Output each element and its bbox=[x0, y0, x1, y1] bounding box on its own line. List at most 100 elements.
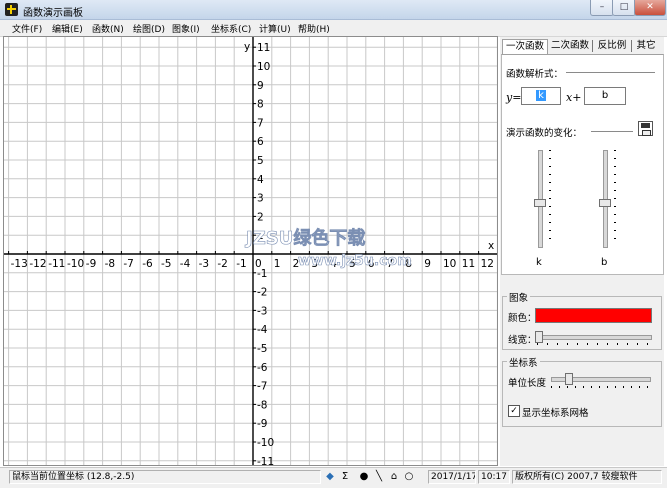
graph-canvas[interactable]: -13 -12 -11 -10 -9 -8 -7 -6 -5 -4 -3 -2 -1 0 1 2 3 4 5 6 7 8 9… bbox=[4, 37, 498, 466]
b-input[interactable]: b bbox=[584, 87, 626, 105]
tab-separator bbox=[592, 40, 593, 52]
y-tick-label: -9 bbox=[257, 418, 267, 430]
y-tick-label: -8 bbox=[257, 399, 267, 411]
tab-other[interactable]: 其它 bbox=[633, 39, 659, 53]
x-tick-label: -3 bbox=[199, 258, 209, 270]
y-tick-label: -2 bbox=[257, 287, 267, 299]
close-button[interactable]: ✕ bbox=[634, 0, 666, 16]
y-tick-label: -4 bbox=[257, 324, 268, 336]
axes bbox=[4, 37, 498, 466]
y-equals-label: y= bbox=[506, 91, 522, 104]
unit-length-thumb[interactable] bbox=[565, 373, 573, 385]
b-slider-label: b bbox=[601, 257, 608, 268]
watermark-logo: JZSU绿色下载 bbox=[244, 227, 365, 249]
save-icon[interactable] bbox=[638, 121, 653, 136]
unit-length-ticks bbox=[551, 386, 649, 388]
title-bar bbox=[0, 0, 667, 20]
k-input-value: k bbox=[536, 90, 546, 101]
app-icon[interactable] bbox=[5, 3, 18, 16]
x-tick-label: 1 bbox=[274, 258, 281, 270]
line-width-thumb[interactable] bbox=[535, 331, 543, 343]
menu-coordinate[interactable]: 坐标系(C) bbox=[211, 22, 251, 35]
b-slider-thumb[interactable] bbox=[599, 199, 611, 207]
menu-edit[interactable]: 编辑(E) bbox=[52, 22, 83, 35]
y-tick-label: 11 bbox=[257, 42, 270, 54]
menu-image[interactable]: 图象(I) bbox=[172, 22, 200, 35]
line-tool-icon[interactable]: ╲ bbox=[373, 471, 385, 483]
menu-draw[interactable]: 绘图(D) bbox=[133, 22, 165, 35]
y-tick-label: 9 bbox=[257, 80, 264, 92]
time-status: 10:17 bbox=[478, 470, 510, 484]
y-tick-label: -10 bbox=[257, 437, 274, 449]
x-tick-label: -9 bbox=[86, 258, 96, 270]
divider bbox=[566, 72, 655, 73]
show-grid-checkbox[interactable]: ✓ bbox=[508, 405, 520, 417]
b-slider-ticks bbox=[614, 150, 616, 246]
y-tick-label: 8 bbox=[257, 99, 264, 111]
show-grid-label: 显示坐标系网格 bbox=[522, 408, 589, 419]
menu-calculate[interactable]: 计算(U) bbox=[259, 22, 291, 35]
sigma-icon[interactable]: Σ bbox=[339, 471, 351, 483]
copyright-status: 版权所有(C) 2007,7 较瘦软件 bbox=[512, 470, 662, 484]
y-axis-label: y bbox=[244, 41, 250, 53]
k-input[interactable]: k bbox=[521, 87, 561, 105]
minimize-button[interactable]: – bbox=[590, 0, 614, 16]
demo-change-label: 演示函数的变化： bbox=[506, 128, 583, 139]
x-tick-label: -1 bbox=[236, 258, 246, 270]
date-status: 2017/1/17 bbox=[428, 470, 476, 484]
x-tick-label: -5 bbox=[161, 258, 171, 270]
unit-length-label: 单位长度 bbox=[508, 378, 547, 389]
y-tick-label: 7 bbox=[257, 117, 264, 129]
menu-function[interactable]: 函数(N) bbox=[92, 22, 124, 35]
mouse-coordinate-status: 鼠标当前位置坐标 (12.8,-2.5) bbox=[9, 470, 321, 484]
point-tool-icon[interactable]: ● bbox=[358, 471, 370, 483]
line-width-ticks bbox=[537, 343, 650, 345]
x-tick-label: -8 bbox=[105, 258, 115, 270]
y-tick-label: 5 bbox=[257, 155, 264, 167]
y-tick-label: 3 bbox=[257, 193, 264, 205]
expression-header: 函数解析式： bbox=[506, 69, 564, 80]
x-tick-label: -10 bbox=[67, 258, 84, 270]
y-tick-label: -1 bbox=[257, 268, 267, 280]
palette-icon[interactable]: ◆ bbox=[324, 471, 336, 483]
menu-file[interactable]: 文件(F) bbox=[12, 22, 42, 35]
x-axis-label: x bbox=[488, 240, 494, 252]
tab-inverse[interactable]: 反比例 bbox=[594, 39, 630, 53]
coordinate-group-title: 坐标系 bbox=[507, 355, 540, 369]
y-tick-label: 2 bbox=[257, 211, 264, 223]
y-tick-label: 6 bbox=[257, 136, 264, 148]
k-slider-thumb[interactable] bbox=[534, 199, 546, 207]
x-tick-label: -11 bbox=[48, 258, 65, 270]
maximize-button[interactable]: □ bbox=[612, 0, 636, 16]
image-group-title: 图象 bbox=[507, 290, 531, 304]
divider bbox=[591, 131, 633, 132]
x-tick-label: 9 bbox=[424, 258, 431, 270]
x-tick-label: 11 bbox=[462, 258, 475, 270]
k-slider-label: k bbox=[536, 257, 542, 268]
x-tick-label: -2 bbox=[217, 258, 227, 270]
k-slider-ticks bbox=[549, 150, 551, 246]
x-plus-label: x+ bbox=[566, 91, 582, 104]
line-width-label: 线宽： bbox=[508, 335, 537, 346]
x-tick-label: -12 bbox=[29, 258, 46, 270]
menu-help[interactable]: 帮助(H) bbox=[298, 22, 330, 35]
color-label: 颜色： bbox=[508, 313, 537, 324]
watermark-url: www.jz5u.com bbox=[298, 253, 412, 269]
tab-quadratic[interactable]: 二次函数 bbox=[548, 39, 592, 53]
tab-linear[interactable]: 一次函数 bbox=[502, 39, 548, 54]
x-tick-label: -6 bbox=[142, 258, 153, 270]
line-color-swatch[interactable] bbox=[535, 308, 652, 323]
polygon-tool-icon[interactable]: ⌂ bbox=[388, 471, 400, 483]
grid-lines bbox=[4, 37, 498, 466]
x-tick-label: 10 bbox=[443, 258, 456, 270]
x-tick-label: -13 bbox=[11, 258, 28, 270]
circle-tool-icon[interactable]: ○ bbox=[403, 471, 415, 483]
x-tick-label: -4 bbox=[180, 258, 191, 270]
y-tick-label: 4 bbox=[257, 174, 264, 186]
y-tick-label: -7 bbox=[257, 381, 267, 393]
y-tick-label: -6 bbox=[257, 362, 268, 374]
tab-separator bbox=[631, 40, 632, 52]
menu-bar: 文件(F) 编辑(E) 函数(N) 绘图(D) 图象(I) 坐标系(C) 计算(… bbox=[0, 20, 667, 37]
y-tick-label: -11 bbox=[257, 456, 274, 466]
line-width-track[interactable] bbox=[537, 335, 652, 340]
